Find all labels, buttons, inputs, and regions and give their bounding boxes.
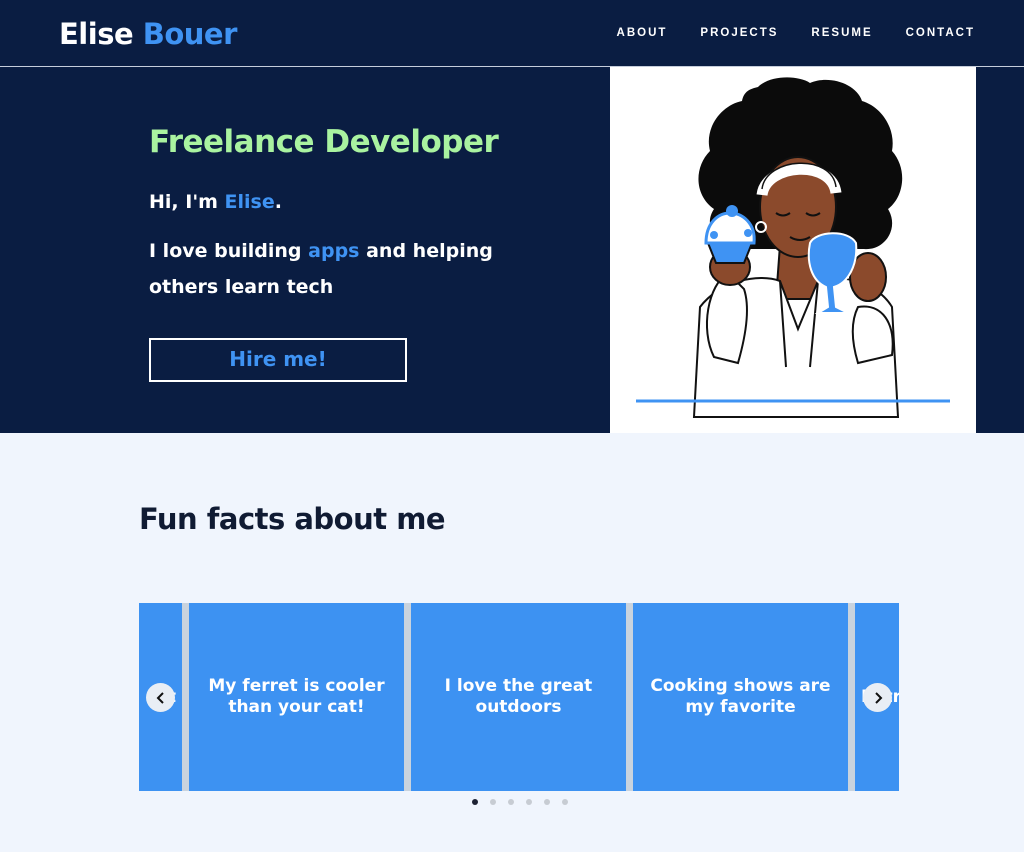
carousel-dots (472, 799, 568, 805)
nav-link-projects[interactable]: PROJECTS (700, 24, 778, 42)
carousel-dot-6[interactable] (562, 799, 568, 805)
greeting-suffix: . (274, 191, 282, 213)
chevron-right-icon (874, 691, 882, 704)
fact-card: Cooking shows are my favorite (633, 603, 848, 791)
top-navbar: Elise Bouer ABOUT PROJECTS RESUME CONTAC… (0, 0, 1024, 67)
greeting-prefix: Hi, I'm (149, 191, 225, 213)
card-divider (626, 603, 633, 791)
carousel-prev-button[interactable] (146, 683, 175, 712)
nav-links: ABOUT PROJECTS RESUME CONTACT (617, 24, 975, 42)
fact-card: I love the great outdoors (411, 603, 626, 791)
nav-link-resume[interactable]: RESUME (811, 24, 872, 42)
card-divider (848, 603, 855, 791)
hero-tagline: I love building apps and helping others … (149, 233, 509, 305)
chevron-left-icon (156, 691, 164, 704)
nav-link-contact[interactable]: CONTACT (906, 24, 975, 42)
fact-card-text: My ferret is cooler than your cat! (208, 676, 385, 717)
brand-logo[interactable]: Elise Bouer (59, 14, 237, 54)
hero-greeting: Hi, I'm Elise. (149, 187, 589, 217)
hire-me-button[interactable]: Hire me! (149, 338, 407, 382)
greeting-name: Elise (224, 191, 275, 213)
brand-last-name: Bouer (142, 17, 238, 51)
hero-text: Freelance Developer Hi, I'm Elise. I lov… (149, 119, 589, 382)
carousel-dot-2[interactable] (490, 799, 496, 805)
carousel-dot-1[interactable] (472, 799, 478, 805)
card-divider (404, 603, 411, 791)
brand-first-name: Elise (59, 17, 134, 51)
tagline-prefix: I love building (149, 240, 309, 262)
card-divider (182, 603, 189, 791)
fun-facts-title: Fun facts about me (139, 502, 446, 536)
carousel-dot-4[interactable] (526, 799, 532, 805)
hero-section: Freelance Developer Hi, I'm Elise. I lov… (0, 67, 1024, 433)
fact-card-text: I love the great outdoors (444, 676, 593, 717)
carousel-next-button[interactable] (863, 683, 892, 712)
fact-card: My ferret is cooler than your cat! (189, 603, 404, 791)
fun-facts-carousel[interactable]: t My ferret is cooler than your cat! I l… (139, 603, 899, 791)
hero-role-title: Freelance Developer (149, 124, 499, 160)
fact-card-text: Cooking shows are my favorite (650, 676, 831, 717)
nav-link-about[interactable]: ABOUT (617, 24, 668, 42)
woman-with-cupcake-illustration (636, 77, 950, 418)
carousel-dot-5[interactable] (544, 799, 550, 805)
carousel-dot-3[interactable] (508, 799, 514, 805)
hero-illustration (610, 67, 976, 433)
tagline-keyword: apps (308, 240, 360, 262)
